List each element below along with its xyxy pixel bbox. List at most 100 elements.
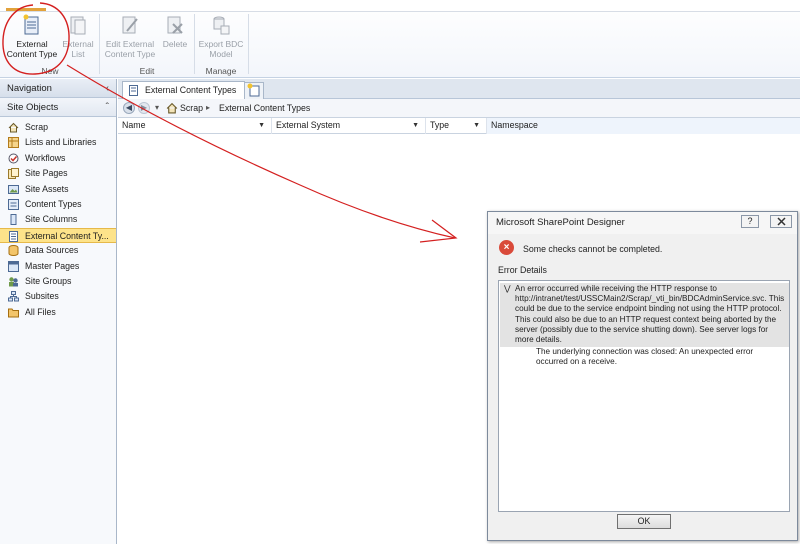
column-header-namespace[interactable]: Namespace (487, 118, 800, 134)
ribbon: External Content Type External List New … (0, 0, 800, 78)
delete-icon (167, 16, 183, 34)
nav-item-data-sources[interactable]: Data Sources (0, 243, 116, 258)
nav-item-label: Site Groups (25, 275, 72, 286)
ribbon-group-new: New (41, 66, 59, 76)
pages-icon (8, 168, 19, 180)
navigation-header[interactable]: Navigation ‹ (0, 79, 116, 98)
ribbon-group-manage: Manage (205, 66, 237, 76)
subsites-icon (8, 291, 19, 302)
column-header-label: External System (276, 120, 341, 130)
ribbon-divider (194, 14, 195, 74)
ribbon-button-label: Model (209, 49, 233, 59)
chevron-up-icon[interactable]: ˆ (106, 98, 109, 117)
list-icon (8, 137, 19, 149)
nav-item-label: Data Sources (25, 245, 79, 256)
dropdown-arrow-icon[interactable]: ▼ (258, 118, 265, 133)
error-icon: × (499, 240, 514, 255)
database-icon (8, 245, 19, 257)
ok-button[interactable]: OK (617, 514, 671, 529)
nav-item-workflows[interactable]: Workflows (0, 151, 116, 166)
ribbon-group-edit: Edit (139, 66, 155, 76)
nav-item-master-pages[interactable]: Master Pages (0, 259, 116, 274)
breadcrumb: ◀ ▶ ▾ Scrap ▸ External Content Types (118, 99, 800, 118)
ribbon-button-label: Content Type (6, 49, 58, 59)
error-detail-main[interactable]: ⋁ An error occurred while receiving the … (500, 283, 789, 348)
folder-icon (8, 308, 19, 318)
nav-item-label: Content Types (25, 198, 82, 209)
close-icon (776, 217, 786, 226)
column-header-external-system[interactable]: External System ▼ (272, 118, 426, 134)
ribbon-tab-indicator (6, 8, 46, 11)
nav-item-scrap[interactable]: Scrap (0, 120, 116, 135)
external-list-icon (70, 16, 86, 35)
ribbon-button-label: External (62, 39, 94, 49)
error-dialog: Microsoft SharePoint Designer ? × Some c… (487, 211, 798, 541)
nav-item-subsites[interactable]: Subsites (0, 289, 116, 304)
nav-item-site-pages[interactable]: Site Pages (0, 166, 116, 181)
new-tab-icon (247, 83, 260, 97)
close-button[interactable] (770, 215, 792, 228)
nav-item-content-types[interactable]: Content Types (0, 197, 116, 212)
tab-label: External Content Types (145, 85, 237, 95)
export-model-icon (213, 16, 230, 35)
chevron-down-icon[interactable]: ▾ (155, 99, 159, 117)
error-details-label: Error Details (498, 265, 547, 275)
ribbon-button-label: List (71, 49, 85, 59)
nav-item-label: Master Pages (25, 260, 80, 271)
external-content-type-icon (129, 85, 138, 96)
export-bdc-model-button[interactable]: Export BDC Model (197, 14, 245, 59)
ribbon-tab-strip (0, 0, 800, 12)
external-content-type-icon (23, 14, 39, 35)
home-icon (8, 122, 19, 133)
ribbon-button-label: Edit External (105, 39, 155, 49)
nav-item-site-assets[interactable]: Site Assets (0, 182, 116, 197)
home-icon (166, 102, 178, 114)
external-content-type-button[interactable]: External Content Type (5, 14, 59, 59)
columns-icon (10, 214, 17, 226)
nav-item-site-columns[interactable]: Site Columns (0, 212, 116, 227)
column-header-type[interactable]: Type ▼ (426, 118, 487, 134)
error-details-box: ⋁ An error occurred while receiving the … (498, 280, 790, 512)
column-header-label: Type (430, 120, 450, 130)
tab-external-content-types[interactable]: External Content Types (122, 81, 246, 99)
ribbon-button-label: Delete (162, 39, 188, 49)
navigation-pane: Navigation ‹ Site Objects ˆ Scrap Lists … (0, 79, 117, 544)
ribbon-button-label: Export BDC (198, 39, 244, 49)
nav-item-label: Site Columns (25, 214, 78, 225)
breadcrumb-separator-icon: ▸ (206, 103, 211, 112)
nav-item-label: Scrap (25, 122, 48, 132)
nav-item-label: External Content Ty... (25, 230, 109, 241)
back-button[interactable]: ◀ (123, 102, 135, 114)
edit-icon (122, 16, 138, 34)
ribbon-button-label: Content Type (104, 49, 156, 59)
dialog-message: Some checks cannot be completed. (523, 244, 663, 254)
forward-button[interactable]: ▶ (138, 102, 150, 114)
nav-item-label: Site Pages (25, 168, 68, 179)
column-header-name[interactable]: Name ▼ (118, 118, 272, 134)
edit-external-content-type-button[interactable]: Edit External Content Type (103, 14, 157, 59)
workflow-icon (8, 153, 19, 164)
site-objects-header[interactable]: Site Objects ˆ (0, 98, 116, 117)
content-types-icon (8, 198, 19, 210)
dropdown-arrow-icon[interactable]: ▼ (473, 118, 480, 133)
column-headers: Name ▼ External System ▼ Type ▼ Namespace (118, 118, 800, 134)
document-tabs: External Content Types (118, 79, 800, 99)
nav-item-lists-and-libraries[interactable]: Lists and Libraries (0, 135, 116, 150)
collapse-pane-icon[interactable]: ‹ (106, 79, 109, 98)
master-pages-icon (8, 260, 19, 272)
error-detail-main-text: An error occurred while receiving the HT… (515, 284, 785, 345)
collapse-arrows-icon[interactable]: ⋁ (504, 284, 511, 294)
nav-item-all-files[interactable]: All Files (0, 305, 116, 320)
nav-item-label: Site Assets (25, 183, 69, 194)
breadcrumb-item-external-content-types[interactable]: External Content Types (219, 99, 310, 117)
dropdown-arrow-icon[interactable]: ▼ (412, 118, 419, 133)
breadcrumb-item-scrap[interactable]: Scrap (180, 99, 203, 117)
external-list-button[interactable]: External List (60, 14, 96, 59)
error-detail-inner: The underlying connection was closed: An… (536, 347, 754, 367)
column-header-label: Name (122, 120, 146, 130)
new-tab-button[interactable] (244, 82, 264, 99)
help-button[interactable]: ? (741, 215, 759, 228)
delete-button[interactable]: Delete (159, 14, 191, 49)
nav-item-site-groups[interactable]: Site Groups (0, 274, 116, 289)
nav-item-external-content-types[interactable]: External Content Ty... (0, 227, 116, 244)
